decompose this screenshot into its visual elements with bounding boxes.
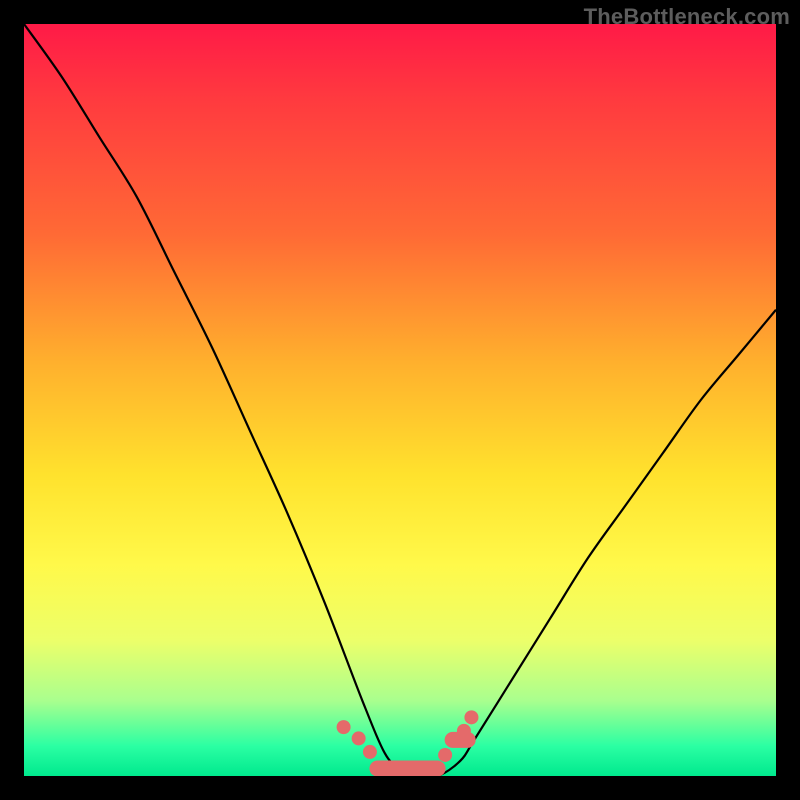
- marker-dot: [363, 745, 377, 759]
- marker-dot: [438, 748, 452, 762]
- marker-dot: [352, 731, 366, 745]
- watermark-text: TheBottleneck.com: [584, 4, 790, 30]
- chart-plot-area: [24, 24, 776, 776]
- marker-capsule: [445, 732, 476, 748]
- marker-dot: [464, 710, 478, 724]
- marker-dot: [337, 720, 351, 734]
- bottleneck-curve-svg: [24, 24, 776, 776]
- marker-capsule: [369, 760, 445, 776]
- bottleneck-curve-path: [24, 24, 776, 776]
- bottleneck-markers: [337, 710, 479, 776]
